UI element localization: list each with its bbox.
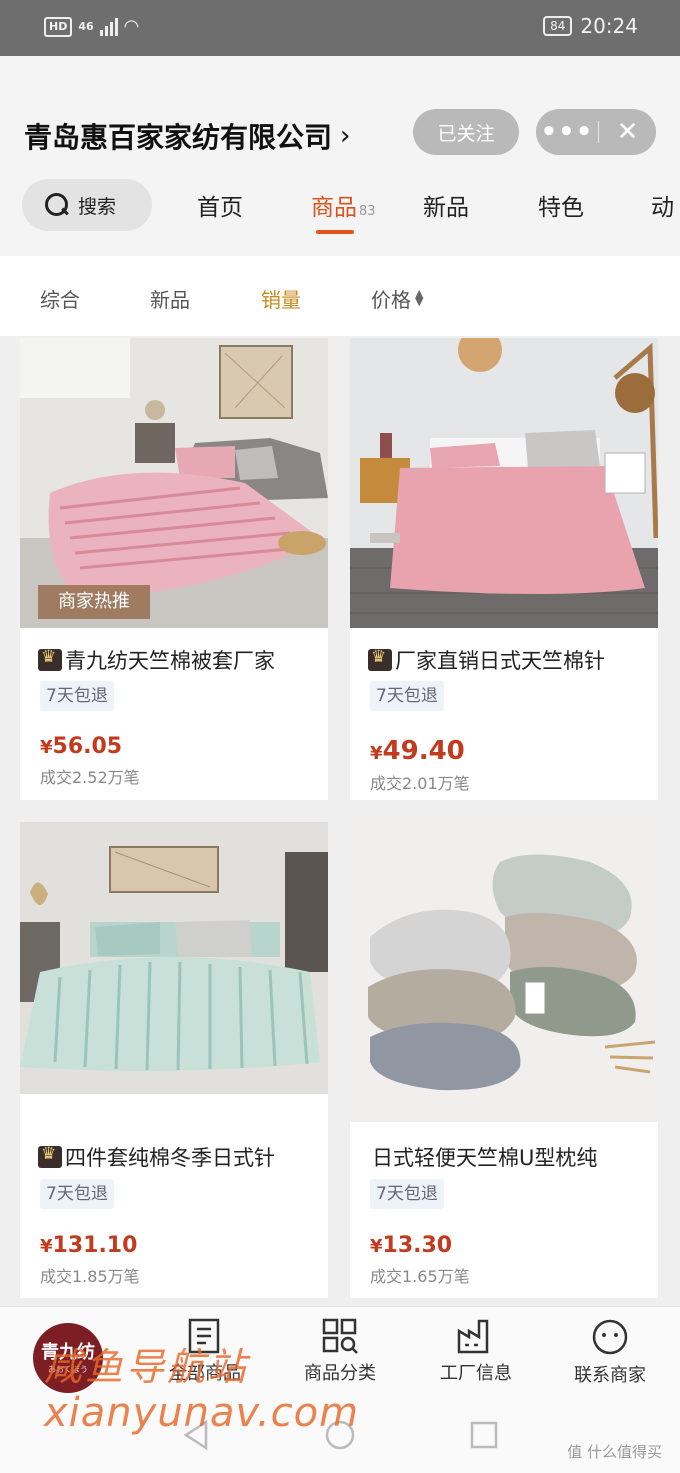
return-badge: 7天包退: [370, 1179, 444, 1209]
close-icon[interactable]: ✕: [599, 109, 656, 155]
signal-icon: [99, 17, 118, 36]
nav-factory-info[interactable]: 工厂信息: [421, 1317, 531, 1385]
sales-count: 成交1.85万笔: [40, 1267, 140, 1286]
sales-count: 成交1.65万笔: [370, 1267, 470, 1286]
chat-face-icon: [592, 1319, 628, 1355]
product-title: 厂家直销日式天竺棉针: [368, 645, 605, 675]
product-card[interactable]: 厂家直销日式天竺棉针 7天包退 ¥49.40 成交2.01万笔: [350, 338, 658, 800]
tab-activity-label: 动: [651, 195, 674, 221]
tab-products-count: 83: [359, 204, 376, 219]
sort-bar: 综合 新品 销量 价格 ▲ ▼: [0, 256, 680, 336]
product-image-pink-sheet: [350, 338, 658, 628]
follow-button[interactable]: 已关注: [413, 109, 519, 155]
product-title: 四件套纯棉冬季日式针: [38, 1142, 275, 1172]
hd-indicator: HD: [44, 16, 73, 37]
nav-categories-label: 商品分类: [304, 1363, 376, 1384]
price-value: 13.30: [382, 1233, 453, 1258]
more-icon[interactable]: •••: [536, 109, 598, 155]
product-price: ¥49.40: [370, 736, 465, 766]
nav-factory-info-label: 工厂信息: [440, 1363, 512, 1384]
product-card[interactable]: 四件套纯棉冬季日式针 7天包退 ¥131.10 成交1.85万笔: [20, 822, 328, 1298]
return-badge: 7天包退: [370, 681, 444, 711]
tab-home-label: 首页: [197, 195, 243, 221]
currency-symbol: ¥: [40, 737, 53, 758]
product-title-text: 厂家直销日式天竺棉针: [395, 649, 605, 673]
battery-icon: 84: [543, 16, 573, 36]
tab-featured[interactable]: 特色: [538, 188, 584, 222]
tab-products[interactable]: 商品 83: [311, 188, 376, 222]
nav-contact-seller-label: 联系商家: [574, 1365, 646, 1386]
nav-categories[interactable]: 商品分类: [285, 1317, 395, 1385]
crown-icon: [368, 647, 392, 671]
shop-header: 青岛惠百家家纺有限公司 › 已关注 ••• ✕ 搜索 首页 商品 83 新品 特色…: [0, 56, 680, 256]
network-type: 46: [78, 20, 94, 33]
tab-featured-label: 特色: [538, 195, 584, 221]
nav-contact-seller[interactable]: 联系商家: [555, 1317, 665, 1387]
price-value: 131.10: [52, 1233, 138, 1258]
product-title-text: 四件套纯棉冬季日式针: [65, 1146, 275, 1170]
sort-comprehensive[interactable]: 综合: [40, 284, 80, 313]
source-watermark: 值 什么值得买: [567, 1443, 662, 1461]
sales-count: 成交2.52万笔: [40, 768, 140, 787]
product-title: 青九纺天竺棉被套厂家: [38, 645, 275, 675]
wifi-icon: ◠: [123, 16, 140, 37]
tab-activity[interactable]: 动: [651, 188, 674, 222]
search-button[interactable]: 搜索: [22, 179, 152, 231]
product-title-text: 青九纺天竺棉被套厂家: [65, 649, 275, 673]
crown-icon: [38, 1144, 62, 1168]
return-badge: 7天包退: [40, 1179, 114, 1209]
watermark-line1: 咸鱼导航站: [44, 1345, 250, 1389]
status-bar: HD 46 ◠ 84 20:24: [0, 0, 680, 56]
product-price: ¥56.05: [40, 734, 122, 759]
tab-new-label: 新品: [423, 195, 469, 221]
watermark-line2: xianyunav.com: [44, 1390, 360, 1436]
product-image-green-bedding: [20, 822, 328, 1094]
product-card[interactable]: 商家热推 青九纺天竺棉被套厂家 7天包退 ¥56.05 成交2.52万笔: [20, 338, 328, 800]
factory-icon: [457, 1319, 489, 1354]
clock: 20:24: [580, 14, 638, 38]
sales-count: 成交2.01万笔: [370, 774, 470, 793]
sort-new[interactable]: 新品: [150, 284, 190, 313]
currency-symbol: ¥: [40, 1236, 53, 1257]
product-price: ¥13.30: [370, 1233, 452, 1258]
price-value: 56.05: [52, 734, 123, 759]
chevron-right-icon: ›: [340, 121, 351, 151]
sort-arrows-icon: ▲ ▼: [415, 287, 424, 308]
sort-price[interactable]: 价格 ▲ ▼: [371, 284, 423, 313]
tab-new[interactable]: 新品: [423, 188, 469, 222]
search-icon: [44, 192, 70, 218]
currency-symbol: ¥: [370, 743, 383, 764]
category-grid-icon: [322, 1318, 358, 1354]
product-title-text: 日式轻便天竺棉U型枕纯: [372, 1146, 598, 1170]
active-tab-indicator: [316, 230, 354, 234]
search-label: 搜索: [78, 195, 117, 218]
shop-name: 青岛惠百家家纺有限公司: [24, 121, 333, 154]
sort-price-label: 价格: [371, 288, 411, 312]
hot-recommend-tag: 商家热推: [38, 585, 150, 619]
crown-icon: [38, 647, 62, 671]
sort-sales[interactable]: 销量: [261, 284, 301, 313]
shop-name-link[interactable]: 青岛惠百家家纺有限公司 ›: [24, 116, 350, 156]
status-right: 84 20:24: [543, 14, 638, 38]
product-price: ¥131.10: [40, 1233, 137, 1258]
product-title: 日式轻便天竺棉U型枕纯: [372, 1142, 597, 1172]
price-value: 49.40: [382, 736, 465, 766]
status-left: HD 46 ◠: [44, 16, 139, 37]
product-card[interactable]: 日式轻便天竺棉U型枕纯 7天包退 ¥13.30 成交1.65万笔: [350, 822, 658, 1298]
tab-products-label: 商品: [311, 195, 357, 221]
tab-home[interactable]: 首页: [197, 188, 243, 222]
miniapp-capsule: ••• ✕: [536, 109, 656, 155]
recent-apps-icon: [470, 1421, 498, 1449]
return-badge: 7天包退: [40, 681, 114, 711]
product-image-u-pillows: [350, 822, 658, 1122]
currency-symbol: ¥: [370, 1236, 383, 1257]
